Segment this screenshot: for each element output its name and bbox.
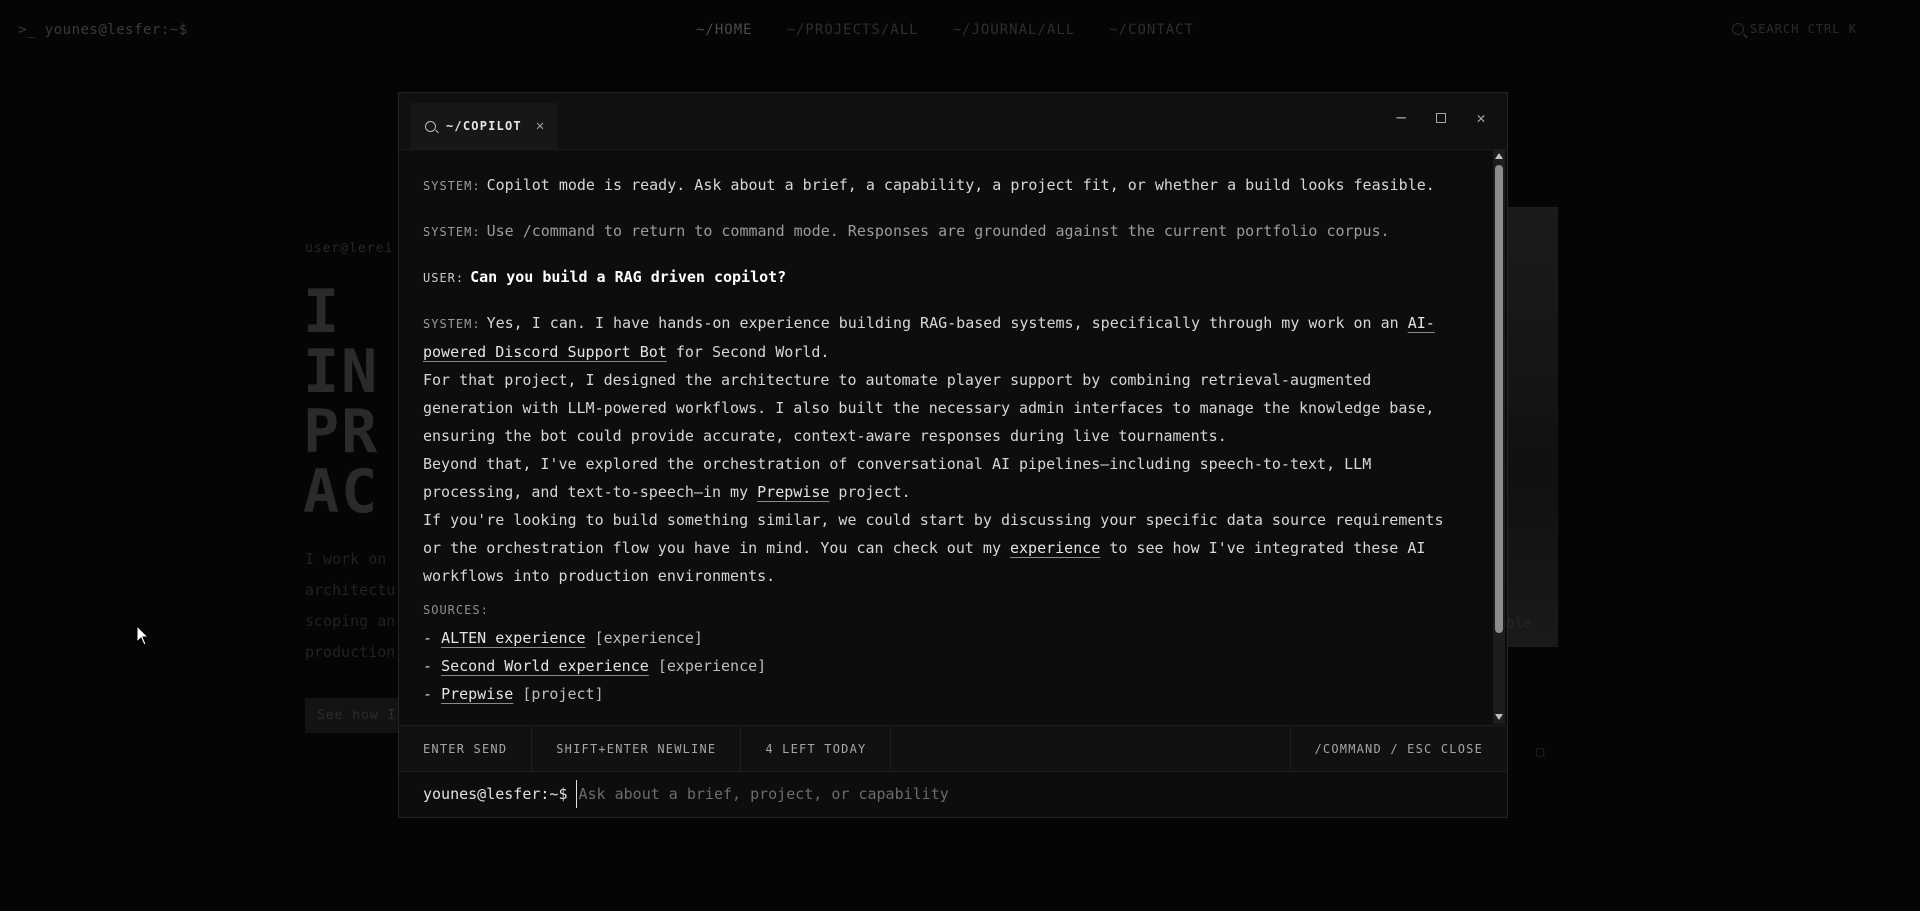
main-nav: ~/HOME ~/PROJECTS/ALL ~/JOURNAL/ALL ~/CO…	[696, 22, 1194, 38]
tab-close-icon[interactable]: ✕	[536, 118, 544, 134]
search-shortcut[interactable]: SEARCH CTRL K	[1732, 22, 1857, 36]
maximize-icon[interactable]	[1433, 109, 1449, 127]
response-text: Yes, I can. I have hands-on experience b…	[486, 314, 1408, 332]
link-prepwise[interactable]: Prepwise	[757, 483, 829, 501]
close-icon[interactable]: ✕	[1473, 109, 1489, 127]
chat-transcript[interactable]: SYSTEM: Copilot mode is ready. Ask about …	[399, 149, 1493, 724]
mouse-cursor-icon	[136, 625, 150, 646]
scroll-up-icon[interactable]	[1495, 153, 1503, 159]
nav-journal[interactable]: ~/JOURNAL/ALL	[953, 22, 1076, 38]
top-nav-bar: >_ younes@lesfer:~$ ~/HOME ~/PROJECTS/AL…	[0, 0, 1920, 62]
response-paragraph: For that project, I designed the archite…	[423, 371, 1435, 445]
role-label: SYSTEM:	[423, 179, 481, 193]
source-kind: [experience]	[657, 657, 767, 675]
hero-cta-button[interactable]: See how I	[305, 698, 405, 733]
status-shift-enter: SHIFT+ENTER NEWLINE	[532, 726, 742, 771]
nav-contact[interactable]: ~/CONTACT	[1109, 22, 1194, 38]
search-shortcut-label: SEARCH CTRL K	[1750, 22, 1857, 36]
system-message: SYSTEM: Use /command to return to command…	[423, 217, 1469, 246]
message-text: Use /command to return to command mode. …	[486, 222, 1390, 240]
search-icon	[425, 120, 436, 132]
sources-label: SOURCES:	[423, 603, 489, 617]
hero-para-line: I work on	[305, 550, 387, 568]
source-item: - ALTEN experience [experience]	[423, 629, 703, 647]
status-close-hint: /COMMAND / ESC CLOSE	[1289, 726, 1508, 771]
user-message: USER: Can you build a RAG driven copilot?	[423, 263, 1469, 292]
message-text: Can you build a RAG driven copilot?	[470, 268, 787, 286]
hero-side-icon: ▢	[1536, 744, 1545, 760]
source-kind: [project]	[522, 685, 604, 703]
system-response: SYSTEM: Yes, I can. I have hands-on exper…	[423, 309, 1469, 590]
prompt-label: younes@lesfer:~$	[423, 785, 568, 803]
response-text: for Second World.	[666, 343, 830, 361]
source-item: - Prepwise [project]	[423, 685, 604, 703]
role-label: SYSTEM:	[423, 225, 481, 239]
search-icon	[1732, 23, 1744, 35]
source-link[interactable]: ALTEN experience	[441, 629, 586, 647]
source-link[interactable]: Second World experience	[441, 657, 649, 675]
status-enter-send: ENTER SEND	[399, 726, 533, 771]
status-bar: ENTER SEND SHIFT+ENTER NEWLINE 4 LEFT TO…	[399, 725, 1507, 772]
hero-kicker: user@lerei	[305, 241, 394, 256]
copilot-window: ~/COPILOT ✕ ─ ✕ SYSTEM: Copilot mode is r…	[398, 92, 1508, 818]
copilot-titlebar: ~/COPILOT ✕ ─ ✕	[399, 93, 1507, 150]
transcript-scrollbar[interactable]	[1493, 149, 1505, 724]
scrollbar-thumb[interactable]	[1495, 165, 1503, 633]
brand-prompt[interactable]: >_ younes@lesfer:~$	[18, 22, 188, 38]
minimize-icon[interactable]: ─	[1393, 109, 1409, 127]
nav-projects[interactable]: ~/PROJECTS/ALL	[787, 22, 919, 38]
nav-home[interactable]: ~/HOME	[696, 22, 753, 38]
window-controls: ─ ✕	[1393, 109, 1489, 127]
tab-label: ~/COPILOT	[446, 119, 522, 133]
hero-para-line: production	[305, 643, 395, 661]
hero-para-line: architectu	[305, 581, 395, 599]
next-label: NEXT	[423, 708, 1469, 716]
copilot-input[interactable]	[575, 780, 1507, 808]
tab-copilot[interactable]: ~/COPILOT ✕	[411, 103, 557, 149]
role-label: SYSTEM:	[423, 317, 481, 331]
source-link[interactable]: Prepwise	[441, 685, 513, 703]
system-message: SYSTEM: Copilot mode is ready. Ask about …	[423, 171, 1469, 200]
link-experience[interactable]: experience	[1010, 539, 1100, 557]
source-kind: [experience]	[594, 629, 703, 647]
hero-paragraph: I work on architectu scoping an producti…	[305, 544, 395, 668]
response-paragraph: If you're looking to build something sim…	[423, 506, 1469, 590]
response-paragraph: Beyond that, I've explored the orchestra…	[423, 450, 1469, 506]
source-item: - Second World experience [experience]	[423, 657, 767, 675]
response-paragraph: SYSTEM: Yes, I can. I have hands-on exper…	[423, 309, 1469, 366]
hero-para-line: scoping an	[305, 612, 395, 630]
response-text: project.	[829, 483, 911, 501]
prompt-row: younes@lesfer:~$	[399, 771, 1507, 817]
role-label: USER:	[423, 271, 465, 285]
status-left-today: 4 LEFT TODAY	[741, 726, 892, 771]
scroll-down-icon[interactable]	[1495, 714, 1503, 720]
message-text: Copilot mode is ready. Ask about a brief…	[486, 176, 1435, 194]
